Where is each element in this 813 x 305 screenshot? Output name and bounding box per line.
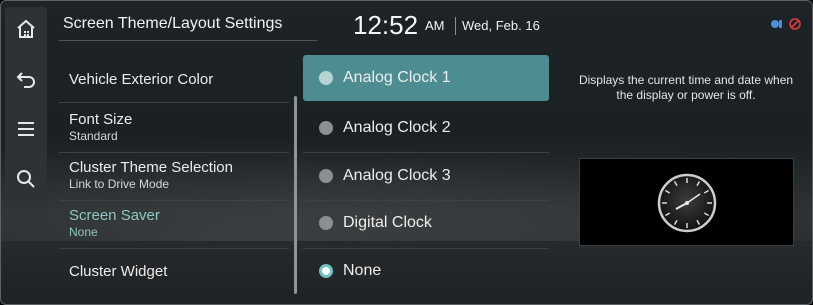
phone-connection-icon — [770, 17, 784, 36]
radio-button — [319, 121, 333, 135]
screen: Screen Theme/Layout Settings 12:52 AM We… — [0, 0, 813, 305]
home-icon — [15, 18, 37, 45]
option-analog-clock-2[interactable]: Analog Clock 2 — [303, 105, 549, 151]
setting-cluster-theme-selection[interactable]: Cluster Theme Selection Link to Drive Mo… — [69, 159, 289, 191]
option-analog-clock-3[interactable]: Analog Clock 3 — [303, 153, 549, 199]
no-link-icon — [788, 17, 802, 36]
title-underline — [59, 40, 317, 41]
option-description: Displays the current time and date when … — [578, 73, 794, 102]
back-button[interactable] — [5, 59, 47, 103]
radio-button — [319, 216, 333, 230]
divider — [59, 152, 289, 153]
divider — [59, 102, 289, 103]
option-none[interactable]: None — [303, 248, 549, 294]
menu-icon — [15, 118, 37, 145]
radio-button-checked — [319, 264, 333, 278]
radio-button — [319, 169, 333, 183]
radio-button — [319, 71, 333, 85]
clock-date: Wed, Feb. 16 — [462, 18, 540, 33]
left-rail — [5, 7, 47, 207]
status-icons — [770, 17, 802, 36]
home-button[interactable] — [5, 9, 47, 53]
clock-preview — [579, 158, 794, 246]
back-icon — [15, 68, 37, 95]
page-title: Screen Theme/Layout Settings — [63, 15, 283, 32]
header-separator — [455, 17, 456, 35]
setting-cluster-widget[interactable]: Cluster Widget — [69, 263, 289, 280]
divider — [59, 248, 289, 249]
analog-clock-icon — [657, 173, 717, 233]
option-digital-clock[interactable]: Digital Clock — [303, 200, 549, 246]
search-button[interactable] — [5, 159, 47, 203]
search-icon — [15, 168, 37, 195]
scrollbar[interactable] — [294, 96, 297, 294]
clock-ampm: AM — [425, 18, 445, 33]
divider — [59, 200, 289, 201]
setting-font-size[interactable]: Font Size Standard — [69, 111, 289, 143]
setting-screen-saver[interactable]: Screen Saver None — [69, 207, 289, 239]
menu-button[interactable] — [5, 109, 47, 153]
setting-vehicle-exterior-color[interactable]: Vehicle Exterior Color — [69, 71, 289, 88]
clock-time: 12:52 — [353, 10, 419, 40]
option-analog-clock-1[interactable]: Analog Clock 1 — [303, 55, 549, 101]
